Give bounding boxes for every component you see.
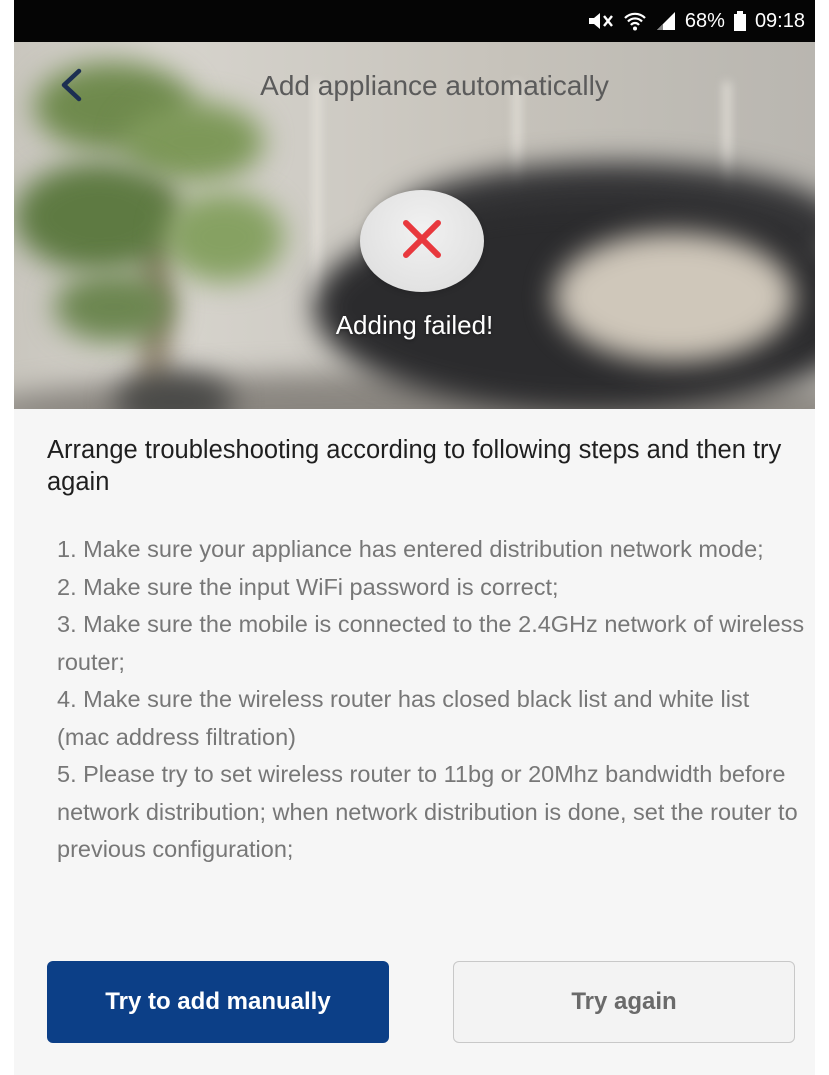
battery-icon bbox=[733, 10, 747, 32]
step-item: 2. Make sure the input WiFi password is … bbox=[57, 573, 559, 600]
step-item: 3. Make sure the mobile is connected to … bbox=[57, 611, 805, 675]
step-item: 4. Make sure the wireless router has clo… bbox=[57, 686, 750, 750]
step-item: 1. Make sure your appliance has entered … bbox=[57, 536, 764, 562]
failure-message: Adding failed! bbox=[335, 310, 494, 340]
battery-percentage: 68% bbox=[684, 9, 725, 32]
troubleshooting-steps: 1. Make sure your appliance has entered … bbox=[57, 531, 807, 869]
wifi-icon bbox=[623, 10, 647, 32]
status-bar: 68% 09:18 bbox=[14, 0, 815, 42]
close-x-icon bbox=[400, 217, 444, 266]
failure-indicator bbox=[360, 190, 484, 292]
mute-icon bbox=[587, 10, 615, 32]
add-manually-button[interactable]: Try to add manually bbox=[47, 961, 389, 1043]
page-title: Add appliance automatically bbox=[260, 70, 609, 101]
clock: 09:18 bbox=[754, 9, 805, 32]
step-item: 5. Please try to set wireless router to … bbox=[57, 761, 798, 862]
app-screen: 68% 09:18 Add appliance automatically Ad… bbox=[14, 0, 815, 1075]
try-again-button[interactable]: Try again bbox=[453, 961, 795, 1043]
signal-icon bbox=[655, 10, 677, 32]
hero-banner: Add appliance automatically Adding faile… bbox=[14, 42, 815, 409]
troubleshooting-heading: Arrange troubleshooting according to fol… bbox=[47, 436, 782, 496]
